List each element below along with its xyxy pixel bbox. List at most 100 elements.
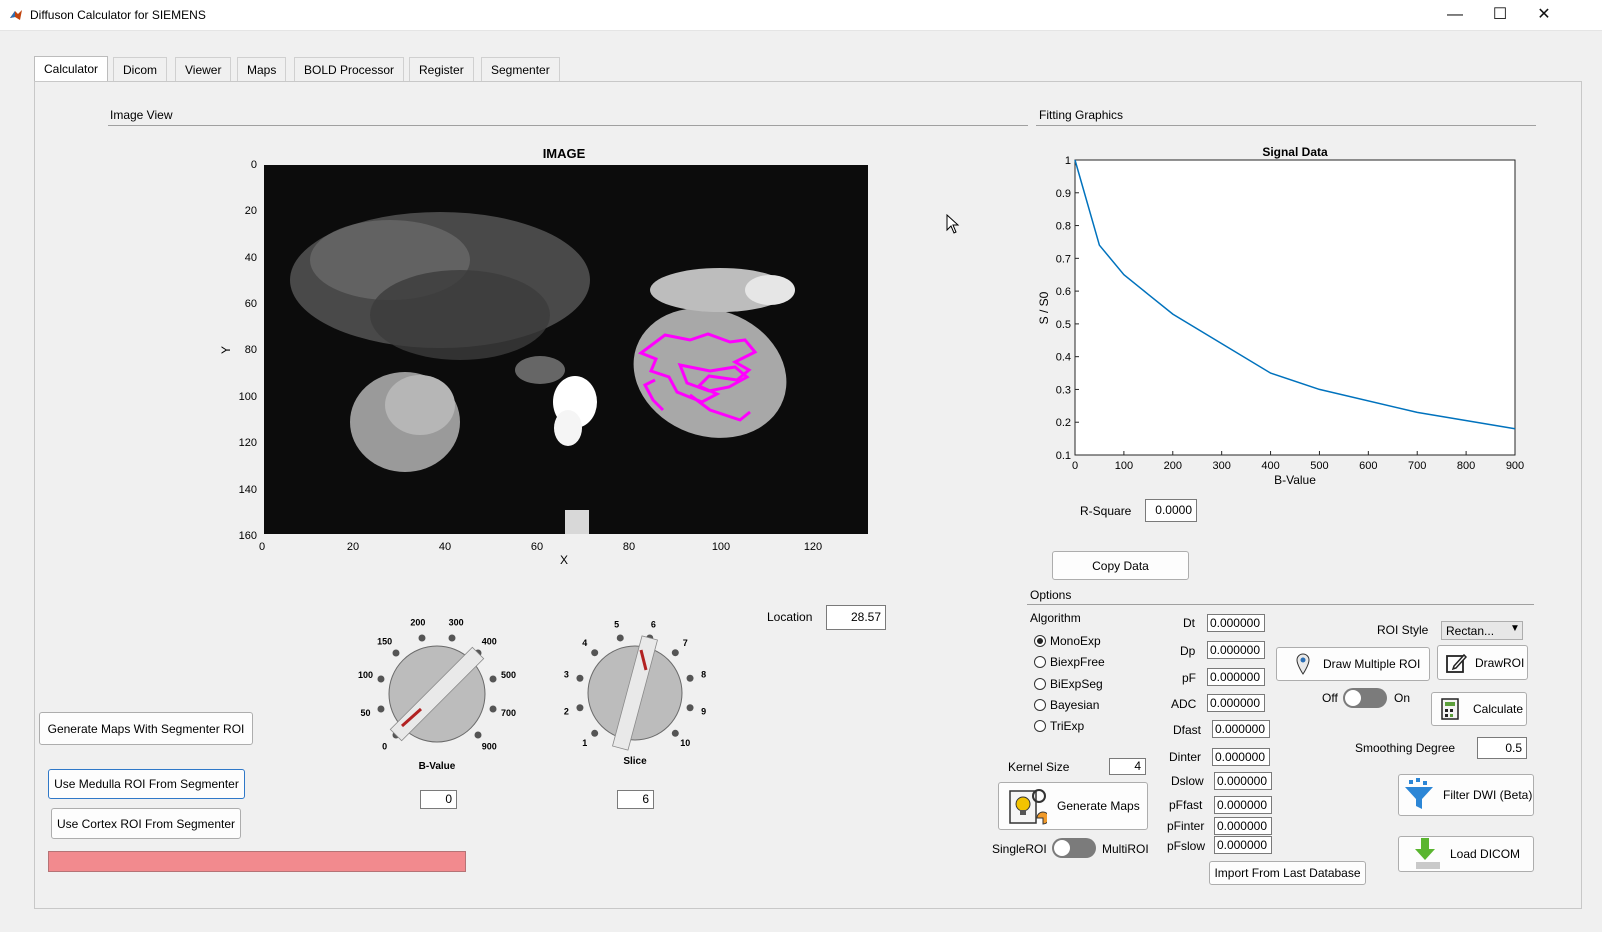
param-pf-field[interactable]: 0.000000 bbox=[1207, 668, 1265, 686]
radio-triexp[interactable] bbox=[1034, 720, 1046, 732]
kernel-size-label: Kernel Size bbox=[1008, 760, 1070, 774]
roi-style-dropdown[interactable]: Rectan... ▼ bbox=[1441, 621, 1523, 640]
param-dinter-field[interactable]: 0.000000 bbox=[1212, 748, 1270, 766]
smoothing-degree-field[interactable]: 0.5 bbox=[1477, 737, 1527, 759]
param-dt-label: Dt bbox=[1183, 616, 1195, 630]
algorithm-radio-group: MonoExp BiexpFree BiExpSeg Bayesian TriE… bbox=[1034, 634, 1134, 744]
svg-text:0: 0 bbox=[259, 541, 265, 553]
radio-biexpfree[interactable] bbox=[1034, 656, 1046, 668]
svg-text:80: 80 bbox=[245, 344, 257, 356]
signal-chart-title: Signal Data bbox=[1262, 145, 1328, 159]
tab-dicom[interactable]: Dicom bbox=[113, 57, 168, 81]
r-square-label: R-Square bbox=[1080, 504, 1132, 518]
signal-y-tick-label: 0.9 bbox=[1056, 188, 1071, 200]
off-on-toggle[interactable] bbox=[1343, 688, 1387, 708]
radio-monoexp[interactable] bbox=[1034, 635, 1046, 647]
signal-y-tick-label: 0.2 bbox=[1056, 417, 1071, 429]
param-dslow-field[interactable]: 0.000000 bbox=[1214, 772, 1272, 790]
tab-register[interactable]: Register bbox=[409, 57, 474, 81]
radio-triexp-label: TriExp bbox=[1050, 719, 1085, 733]
options-title: Options bbox=[1030, 588, 1072, 602]
bvalue-knob-tick-label: 900 bbox=[482, 741, 497, 751]
download-arrow-icon bbox=[1415, 838, 1440, 869]
draw-roi-button[interactable]: DrawROI bbox=[1437, 645, 1528, 680]
bvalue-knob[interactable]: 0 50 100 150 200 300 400 500 700 900 B-Value bbox=[340, 610, 530, 780]
signal-y-tick-label: 0.4 bbox=[1056, 352, 1071, 364]
svg-text:120: 120 bbox=[239, 437, 257, 449]
param-pfinter-label: pFinter bbox=[1167, 819, 1205, 833]
calculator-icon bbox=[1441, 698, 1459, 720]
location-label: Location bbox=[767, 610, 813, 624]
signal-x-tick-label: 900 bbox=[1506, 460, 1524, 472]
slice-field[interactable]: 6 bbox=[617, 790, 654, 809]
svg-text:100: 100 bbox=[239, 391, 257, 403]
bvalue-knob-tick-dot bbox=[392, 649, 400, 657]
r-square-field[interactable]: 0.0000 bbox=[1145, 499, 1197, 522]
chevron-down-icon: ▼ bbox=[1510, 623, 1520, 634]
smoothing-degree-label: Smoothing Degree bbox=[1355, 741, 1456, 755]
slice-knob-tick-label: 2 bbox=[564, 706, 569, 716]
close-button[interactable]: ✕ bbox=[1521, 0, 1567, 30]
bvalue-knob-tick-dot bbox=[448, 634, 456, 642]
mri-image bbox=[264, 165, 868, 534]
bvalue-knob-tick-label: 0 bbox=[382, 741, 387, 751]
single-multi-roi-toggle[interactable] bbox=[1052, 838, 1096, 858]
load-dicom-button[interactable]: Load DICOM bbox=[1398, 836, 1534, 872]
fitting-graphics-title: Fitting Graphics bbox=[1039, 108, 1124, 122]
minimize-button[interactable]: — bbox=[1432, 0, 1478, 30]
tab-maps[interactable]: Maps bbox=[237, 57, 287, 81]
signal-x-tick-label: 700 bbox=[1408, 460, 1426, 472]
image-plot-title: IMAGE bbox=[543, 146, 586, 161]
slice-knob-tick-label: 1 bbox=[582, 738, 587, 748]
svg-text:40: 40 bbox=[245, 252, 257, 264]
bvalue-field[interactable]: 0 bbox=[420, 790, 457, 809]
param-pffast-field[interactable]: 0.000000 bbox=[1214, 796, 1272, 814]
slice-knob-label: Slice bbox=[623, 756, 647, 767]
svg-text:80: 80 bbox=[623, 541, 635, 553]
tab-viewer[interactable]: Viewer bbox=[175, 57, 232, 81]
kernel-size-field[interactable]: 4 bbox=[1109, 758, 1146, 775]
param-pfslow-field[interactable]: 0.000000 bbox=[1214, 836, 1272, 854]
use-cortex-roi-button[interactable]: Use Cortex ROI From Segmenter bbox=[51, 808, 241, 839]
signal-y-tick-label: 0.7 bbox=[1056, 253, 1071, 265]
draw-roi-label: DrawROI bbox=[1475, 655, 1525, 670]
calculate-button[interactable]: Calculate bbox=[1431, 692, 1527, 726]
param-dt-field[interactable]: 0.000000 bbox=[1207, 614, 1265, 632]
fitting-graphics-rule bbox=[1036, 125, 1536, 126]
slice-knob-tick-dot bbox=[616, 634, 624, 642]
import-last-database-button[interactable]: Import From Last Database bbox=[1209, 861, 1366, 885]
copy-data-button[interactable]: Copy Data bbox=[1052, 551, 1189, 580]
roi-style-label: ROI Style bbox=[1377, 623, 1429, 637]
slice-knob[interactable]: 1 2 3 4 5 6 7 8 9 10 Slice bbox=[545, 610, 725, 780]
param-adc-field[interactable]: 0.000000 bbox=[1207, 694, 1265, 712]
signal-y-tick-label: 0.5 bbox=[1056, 319, 1071, 331]
radio-bayesian[interactable] bbox=[1034, 699, 1046, 711]
signal-x-tick-label: 300 bbox=[1212, 460, 1230, 472]
bvalue-knob-tick-dot bbox=[418, 634, 426, 642]
signal-x-tick-label: 0 bbox=[1072, 460, 1078, 472]
filter-dwi-button[interactable]: Filter DWI (Beta) bbox=[1398, 774, 1534, 816]
param-pfinter-field[interactable]: 0.000000 bbox=[1214, 817, 1272, 835]
generate-maps-segmenter-roi-button[interactable]: Generate Maps With Segmenter ROI bbox=[39, 712, 253, 745]
options-rule bbox=[1027, 604, 1534, 605]
tab-segmenter[interactable]: Segmenter bbox=[481, 57, 560, 81]
param-pf-label: pF bbox=[1182, 671, 1197, 685]
param-dfast-field[interactable]: 0.000000 bbox=[1212, 720, 1270, 738]
param-dp-field[interactable]: 0.000000 bbox=[1207, 641, 1265, 659]
draw-multiple-roi-button[interactable]: Draw Multiple ROI bbox=[1276, 647, 1430, 681]
slice-knob-tick-label: 9 bbox=[701, 706, 706, 716]
window-title: Diffuson Calculator for SIEMENS bbox=[30, 8, 206, 22]
off-label: Off bbox=[1322, 691, 1338, 705]
tab-bold-processor[interactable]: BOLD Processor bbox=[294, 57, 405, 81]
signal-x-tick-label: 600 bbox=[1359, 460, 1377, 472]
edit-pencil-icon bbox=[1446, 653, 1467, 673]
tab-calculator[interactable]: Calculator bbox=[34, 56, 109, 82]
maximize-button[interactable]: ☐ bbox=[1477, 0, 1523, 30]
title-bar: Diffuson Calculator for SIEMENS — ☐ ✕ bbox=[0, 0, 1602, 31]
signal-x-tick-label: 100 bbox=[1115, 460, 1133, 472]
generate-maps-button[interactable]: Generate Maps bbox=[998, 782, 1148, 830]
signal-x-tick-label: 800 bbox=[1457, 460, 1475, 472]
location-field[interactable]: 28.57 bbox=[826, 605, 886, 630]
use-medulla-roi-button[interactable]: Use Medulla ROI From Segmenter bbox=[48, 769, 245, 799]
radio-biexpseg[interactable] bbox=[1034, 678, 1046, 690]
